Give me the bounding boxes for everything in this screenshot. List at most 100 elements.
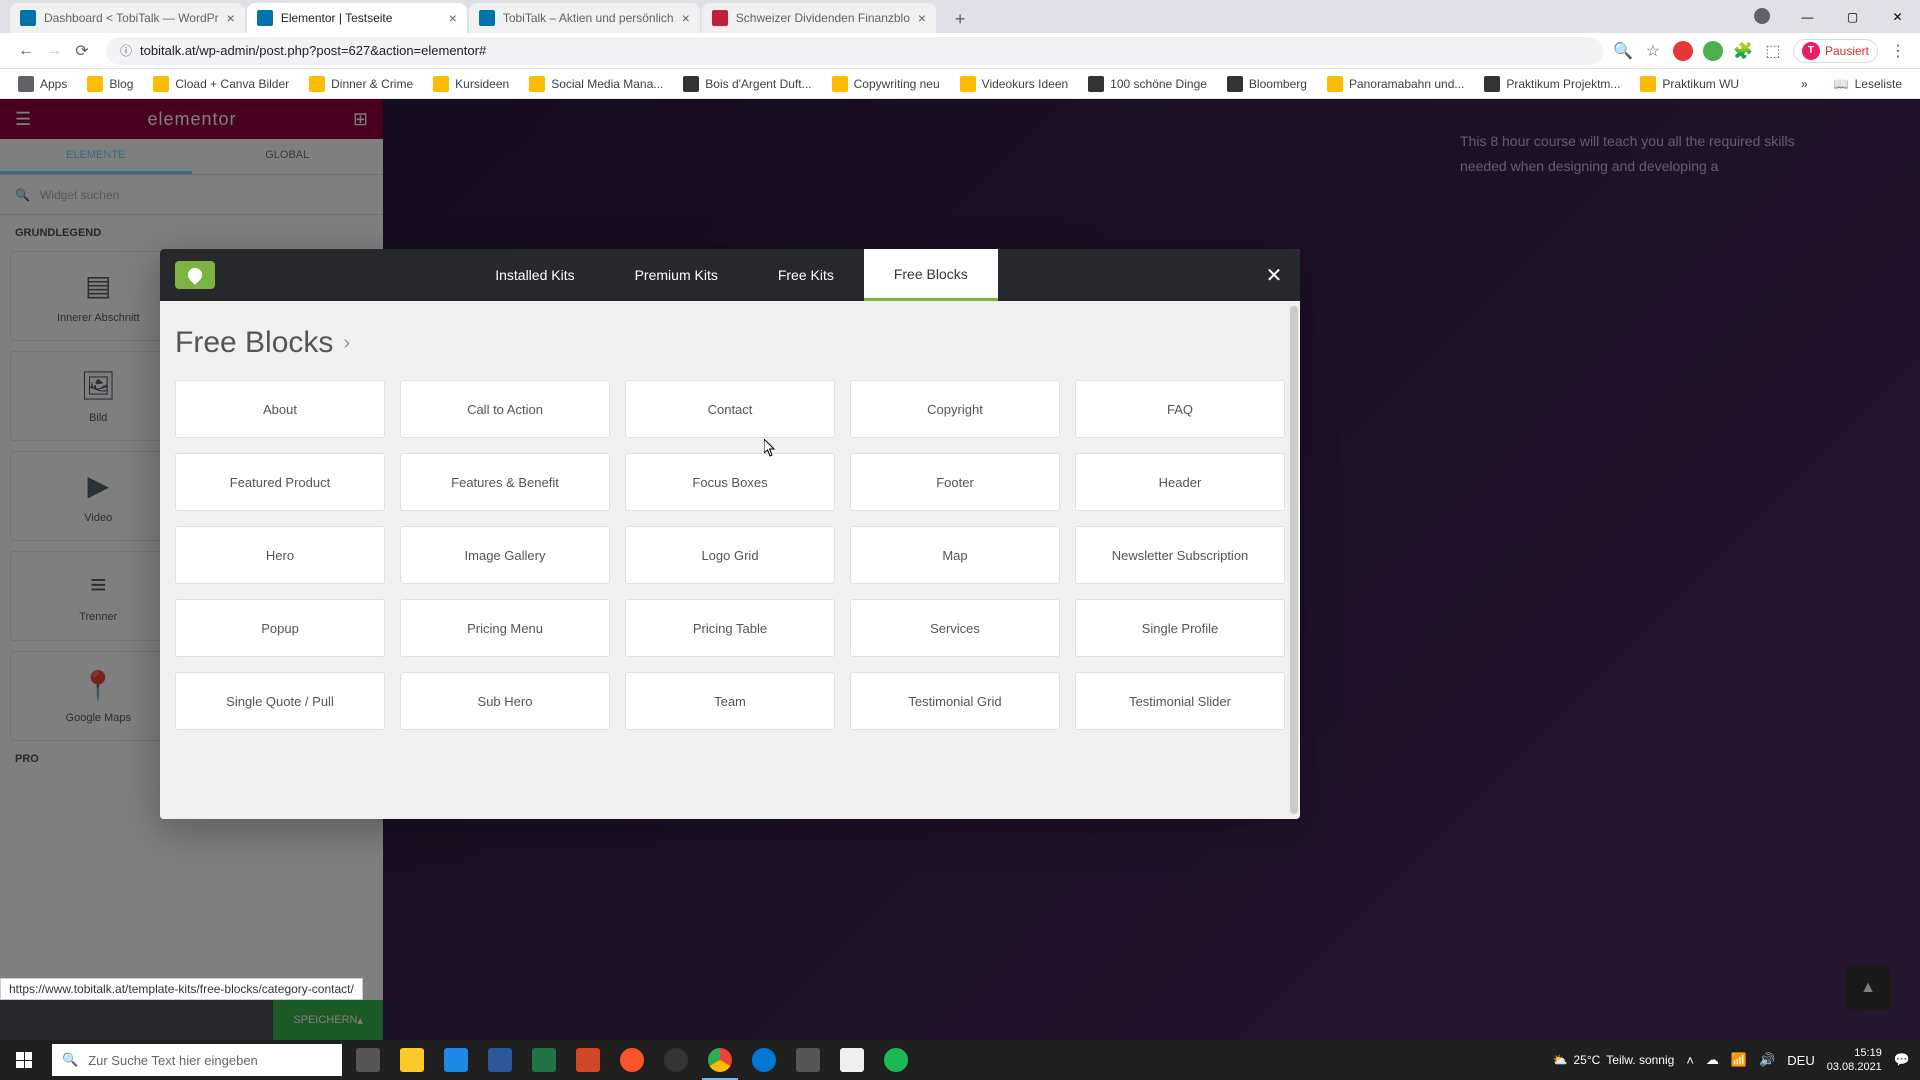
bookmark-item[interactable]: Blog <box>79 72 141 96</box>
tray-chevron-icon[interactable]: ˄ <box>1686 1053 1694 1068</box>
bookmark-item[interactable]: Cload + Canva Bilder <box>145 72 297 96</box>
block-sub-hero[interactable]: Sub Hero <box>400 672 610 730</box>
weather-desc: Teilw. sonnig <box>1606 1053 1674 1067</box>
browser-tab[interactable]: Schweizer Dividenden Finanzblo × <box>702 3 936 33</box>
close-icon[interactable]: × <box>227 10 235 26</box>
block-faq[interactable]: FAQ <box>1075 380 1285 438</box>
browser-tab[interactable]: TobiTalk – Aktien und persönlich × <box>469 3 700 33</box>
bookmark-item[interactable]: Praktikum WU <box>1632 72 1747 96</box>
close-icon[interactable]: × <box>449 10 457 26</box>
readlist-button[interactable]: 📖Leseliste <box>1826 73 1910 95</box>
maximize-button[interactable]: ▢ <box>1830 0 1875 33</box>
reload-button[interactable]: ⟳ <box>68 37 96 65</box>
taskbar-app-obs[interactable] <box>654 1040 698 1080</box>
taskbar-app-word[interactable] <box>478 1040 522 1080</box>
menu-icon[interactable]: ⋮ <box>1888 41 1908 61</box>
block-pricing-menu[interactable]: Pricing Menu <box>400 599 610 657</box>
block-testimonial-slider[interactable]: Testimonial Slider <box>1075 672 1285 730</box>
bookmarks-overflow[interactable]: » <box>1793 73 1816 95</box>
browser-tab[interactable]: Dashboard < TobiTalk — WordPr × <box>10 3 245 33</box>
block-hero[interactable]: Hero <box>175 526 385 584</box>
taskbar-app-spotify[interactable] <box>874 1040 918 1080</box>
block-single-quote[interactable]: Single Quote / Pull <box>175 672 385 730</box>
bookmark-item[interactable]: Dinner & Crime <box>301 72 421 96</box>
extension-icon[interactable]: ⬚ <box>1763 41 1783 61</box>
block-features-benefit[interactable]: Features & Benefit <box>400 453 610 511</box>
taskbar-app[interactable] <box>786 1040 830 1080</box>
block-map[interactable]: Map <box>850 526 1060 584</box>
new-tab-button[interactable]: + <box>946 5 974 33</box>
block-about[interactable]: About <box>175 380 385 438</box>
forward-button[interactable]: → <box>40 37 68 65</box>
taskbar-app-notepad[interactable] <box>830 1040 874 1080</box>
bookmark-item[interactable]: Praktikum Projektm... <box>1476 72 1628 96</box>
block-testimonial-grid[interactable]: Testimonial Grid <box>850 672 1060 730</box>
tab-installed-kits[interactable]: Installed Kits <box>465 249 604 301</box>
block-services[interactable]: Services <box>850 599 1060 657</box>
onedrive-icon[interactable]: ☁ <box>1706 1052 1719 1068</box>
volume-icon[interactable]: 🔊 <box>1759 1052 1775 1068</box>
bookmark-item[interactable]: Videokurs Ideen <box>952 72 1077 96</box>
notifications-icon[interactable]: 💬 <box>1894 1052 1910 1068</box>
block-header[interactable]: Header <box>1075 453 1285 511</box>
clock[interactable]: 15:19 03.08.2021 <box>1827 1046 1882 1075</box>
network-icon[interactable]: 📶 <box>1731 1052 1747 1068</box>
task-view-button[interactable] <box>346 1040 390 1080</box>
bookmark-item[interactable]: Kursideen <box>425 72 517 96</box>
scrollbar[interactable] <box>1290 306 1298 814</box>
block-copyright[interactable]: Copyright <box>850 380 1060 438</box>
close-modal-button[interactable]: ✕ <box>1248 249 1300 301</box>
start-button[interactable] <box>0 1040 48 1080</box>
taskbar-search[interactable]: 🔍 Zur Suche Text hier eingeben <box>52 1044 342 1076</box>
apps-button[interactable]: Apps <box>10 72 75 96</box>
block-footer[interactable]: Footer <box>850 453 1060 511</box>
block-logo-grid[interactable]: Logo Grid <box>625 526 835 584</box>
taskbar-app-explorer[interactable] <box>390 1040 434 1080</box>
bookmark-item[interactable]: Panoramabahn und... <box>1319 72 1472 96</box>
block-popup[interactable]: Popup <box>175 599 385 657</box>
block-contact[interactable]: Contact <box>625 380 835 438</box>
url-input[interactable]: ⓘ tobitalk.at/wp-admin/post.php?post=627… <box>106 37 1603 65</box>
profile-button[interactable]: T Pausiert <box>1793 39 1878 63</box>
tab-premium-kits[interactable]: Premium Kits <box>605 249 748 301</box>
bookmark-item[interactable]: 100 schöne Dinge <box>1080 72 1215 96</box>
site-info-icon[interactable]: ⓘ <box>120 42 132 59</box>
weather-widget[interactable]: ⛅ 25°C Teilw. sonnig <box>1553 1053 1675 1067</box>
block-image-gallery[interactable]: Image Gallery <box>400 526 610 584</box>
extension-icon[interactable] <box>1703 41 1723 61</box>
profile-indicator-icon[interactable] <box>1754 8 1770 24</box>
modal-header: Installed Kits Premium Kits Free Kits Fr… <box>160 249 1300 301</box>
block-call-to-action[interactable]: Call to Action <box>400 380 610 438</box>
close-window-button[interactable]: ✕ <box>1875 0 1920 33</box>
zoom-icon[interactable]: 🔍 <box>1613 41 1633 61</box>
close-icon[interactable]: × <box>682 10 690 26</box>
block-featured-product[interactable]: Featured Product <box>175 453 385 511</box>
taskbar-app-powerpoint[interactable] <box>566 1040 610 1080</box>
block-single-profile[interactable]: Single Profile <box>1075 599 1285 657</box>
notepad-icon <box>840 1048 864 1072</box>
block-focus-boxes[interactable]: Focus Boxes <box>625 453 835 511</box>
taskbar-app-brave[interactable] <box>610 1040 654 1080</box>
language-indicator[interactable]: DEU <box>1787 1053 1814 1068</box>
tab-free-blocks[interactable]: Free Blocks <box>864 249 998 301</box>
browser-tab-active[interactable]: Elementor | Testseite × <box>247 3 467 33</box>
extension-icon[interactable] <box>1673 41 1693 61</box>
taskbar-app-edge[interactable] <box>742 1040 786 1080</box>
block-team[interactable]: Team <box>625 672 835 730</box>
block-pricing-table[interactable]: Pricing Table <box>625 599 835 657</box>
minimize-button[interactable]: — <box>1785 0 1830 33</box>
extensions-puzzle-icon[interactable]: 🧩 <box>1733 41 1753 61</box>
taskbar-app-excel[interactable] <box>522 1040 566 1080</box>
taskbar-app-mail[interactable] <box>434 1040 478 1080</box>
bookmark-star-icon[interactable]: ☆ <box>1643 41 1663 61</box>
close-icon[interactable]: × <box>918 10 926 26</box>
bookmark-item[interactable]: Copywriting neu <box>824 72 948 96</box>
bookmark-item[interactable]: Bloomberg <box>1219 72 1315 96</box>
block-newsletter[interactable]: Newsletter Subscription <box>1075 526 1285 584</box>
taskbar-app-chrome[interactable] <box>698 1040 742 1080</box>
back-button[interactable]: ← <box>12 37 40 65</box>
bookmark-item[interactable]: Social Media Mana... <box>521 72 671 96</box>
word-icon <box>488 1048 512 1072</box>
tab-free-kits[interactable]: Free Kits <box>748 249 864 301</box>
bookmark-item[interactable]: Bois d'Argent Duft... <box>675 72 819 96</box>
